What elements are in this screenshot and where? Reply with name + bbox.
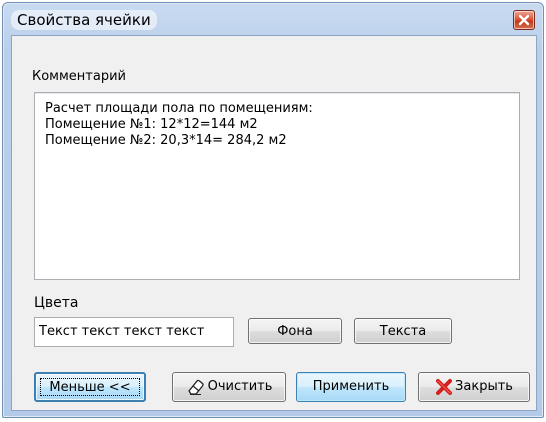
focus-rectangle bbox=[40, 378, 140, 396]
title-bar[interactable]: Свойства ячейки bbox=[3, 3, 543, 35]
apply-button-label: Применить bbox=[312, 379, 390, 394]
window-title: Свойства ячейки bbox=[11, 10, 157, 30]
close-x-icon bbox=[518, 14, 530, 26]
color-sample-field[interactable]: Текст текст текст текст bbox=[34, 317, 234, 347]
red-x-icon bbox=[436, 379, 453, 395]
color-sample-text: Текст текст текст текст bbox=[39, 324, 205, 339]
apply-button[interactable]: Применить bbox=[296, 372, 406, 402]
comment-line: Расчет площади пола по помещениям: bbox=[45, 101, 313, 116]
dialog-body: Комментарий Расчет площади пола по помещ… bbox=[11, 35, 537, 411]
clear-button[interactable]: Очистить bbox=[172, 372, 286, 402]
clear-button-label: Очистить bbox=[207, 379, 273, 394]
comment-line: Помещение №1: 12*12=144 м2 bbox=[45, 117, 258, 132]
comment-line: Помещение №2: 20,3*14= 284,2 м2 bbox=[45, 133, 287, 148]
background-color-button-label: Фона bbox=[277, 324, 313, 339]
close-button[interactable]: Закрыть bbox=[418, 372, 530, 402]
less-button[interactable]: Меньше << bbox=[34, 372, 146, 402]
colors-label: Цвета bbox=[34, 295, 79, 311]
comment-textarea[interactable]: Расчет площади пола по помещениям: Помещ… bbox=[34, 92, 520, 280]
text-color-button[interactable]: Текста bbox=[354, 318, 452, 344]
text-color-button-label: Текста bbox=[379, 324, 427, 339]
window-close-button[interactable] bbox=[513, 10, 535, 30]
close-button-label: Закрыть bbox=[455, 379, 513, 394]
comment-label: Комментарий bbox=[32, 69, 126, 84]
dialog-window: Свойства ячейки Комментарий Расчет площа… bbox=[2, 2, 544, 418]
eraser-icon bbox=[187, 379, 204, 395]
background-color-button[interactable]: Фона bbox=[248, 318, 342, 344]
